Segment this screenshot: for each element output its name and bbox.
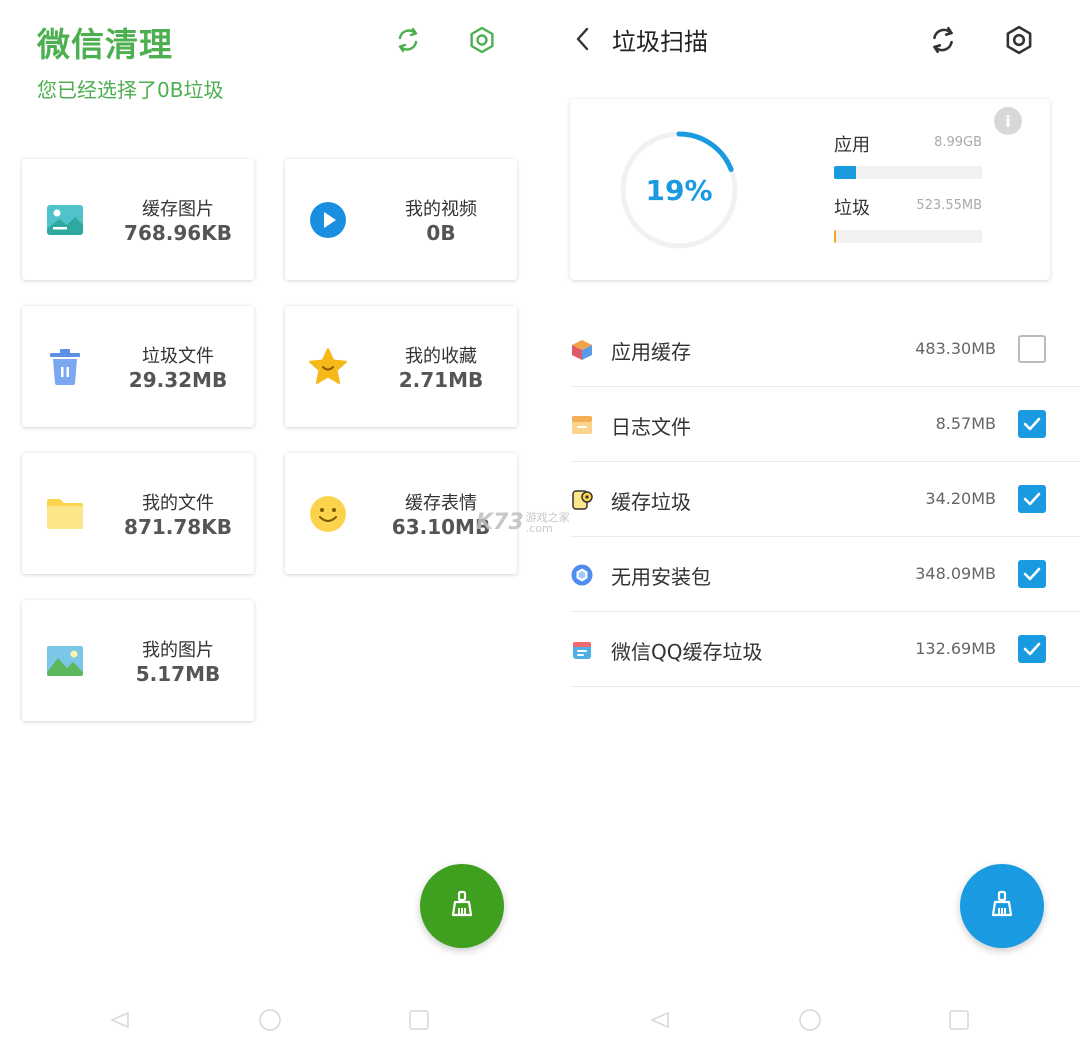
check-icon [1023, 492, 1041, 506]
settings-icon[interactable] [1002, 23, 1036, 57]
item-checkbox[interactable] [1018, 410, 1046, 438]
play-icon [307, 199, 349, 241]
card-size: 768.96KB [124, 221, 232, 245]
item-size: 483.30MB [915, 339, 996, 358]
item-name: 日志文件 [611, 415, 691, 439]
recents-nav-icon[interactable] [946, 1007, 972, 1033]
picture-icon [44, 640, 86, 682]
item-size: 34.20MB [925, 489, 996, 508]
card-label: 我的图片 [142, 640, 214, 661]
storage-summary-card: 19% 应用 8.99GB 垃圾 523.55MB i [570, 99, 1050, 280]
watermark: K73 游戏之家 .com [476, 510, 570, 535]
list-item-log-files[interactable]: 日志文件 8.57MB [570, 387, 1080, 462]
star-icon [307, 346, 349, 388]
refresh-icon[interactable] [926, 23, 960, 57]
card-my-files[interactable]: 我的文件 871.78KB [22, 453, 254, 574]
list-item-useless-packages[interactable]: 无用安装包 348.09MB [570, 537, 1080, 612]
info-icon[interactable]: i [994, 107, 1022, 135]
card-label: 缓存图片 [142, 199, 214, 220]
card-my-videos[interactable]: 我的视频 0B [285, 159, 517, 280]
clean-button[interactable] [960, 864, 1044, 948]
card-size: 29.32MB [128, 368, 228, 392]
broom-icon [447, 889, 477, 923]
selection-summary: 您已经选择了0B垃圾 [37, 78, 224, 102]
card-label: 垃圾文件 [142, 346, 214, 367]
app-storage-bar-fill [834, 166, 857, 179]
item-checkbox[interactable] [1018, 335, 1046, 363]
chat-cache-icon [570, 638, 594, 662]
folder-icon [44, 493, 86, 535]
item-checkbox[interactable] [1018, 485, 1046, 513]
check-icon [1023, 642, 1041, 656]
system-nav-bar [540, 1007, 1080, 1037]
card-size: 0B [426, 221, 456, 245]
package-icon [570, 563, 594, 587]
refresh-icon[interactable] [391, 23, 425, 57]
junk-storage-bar [834, 230, 982, 243]
trash-icon [44, 346, 86, 388]
card-junk-files[interactable]: 垃圾文件 29.32MB [22, 306, 254, 427]
scan-percent: 19% [645, 173, 713, 207]
card-size: 871.78KB [124, 515, 232, 539]
item-name: 无用安装包 [611, 565, 711, 589]
settings-icon[interactable] [465, 23, 499, 57]
item-checkbox[interactable] [1018, 560, 1046, 588]
log-box-icon [570, 413, 594, 437]
junk-storage-value: 523.55MB [916, 198, 982, 213]
list-item-cache-junk[interactable]: 缓存垃圾 34.20MB [570, 462, 1080, 537]
home-nav-icon[interactable] [257, 1007, 283, 1033]
back-arrow-icon[interactable] [566, 22, 600, 56]
card-cached-images[interactable]: 缓存图片 768.96KB [22, 159, 254, 280]
wechat-clean-screen: 微信清理 您已经选择了0B垃圾 缓存图片 768.96KB 我的视频 0B 垃圾… [0, 0, 540, 1053]
watermark-sub2: .com [525, 522, 553, 535]
item-size: 348.09MB [915, 564, 996, 583]
card-my-favorites[interactable]: 我的收藏 2.71MB [285, 306, 517, 427]
scan-progress-ring: 19% [618, 129, 740, 251]
list-item-wechat-qq-cache[interactable]: 微信QQ缓存垃圾 132.69MB [570, 612, 1080, 687]
card-my-pictures[interactable]: 我的图片 5.17MB [22, 600, 254, 721]
page-title: 微信清理 [37, 25, 173, 64]
card-label: 我的视频 [405, 199, 477, 220]
list-item-app-cache[interactable]: 应用缓存 483.30MB [570, 312, 1080, 387]
page-title: 垃圾扫描 [612, 28, 708, 56]
watermark-brand: K73 [476, 510, 524, 535]
item-name: 缓存垃圾 [611, 490, 691, 514]
recents-nav-icon[interactable] [406, 1007, 432, 1033]
app-storage-value: 8.99GB [934, 135, 982, 150]
system-nav-bar [0, 1007, 540, 1037]
card-label: 我的文件 [142, 493, 214, 514]
image-icon [44, 199, 86, 241]
home-nav-icon[interactable] [797, 1007, 823, 1033]
card-label: 我的收藏 [405, 346, 477, 367]
check-icon [1023, 417, 1041, 431]
item-name: 微信QQ缓存垃圾 [611, 640, 763, 664]
broom-icon [987, 889, 1017, 923]
item-name: 应用缓存 [611, 340, 691, 364]
app-storage-bar [834, 166, 982, 179]
item-size: 132.69MB [915, 639, 996, 658]
paper-roll-icon [570, 488, 594, 512]
junk-storage-bar-fill [834, 230, 836, 243]
smiley-icon [307, 493, 349, 535]
junk-scan-screen: 垃圾扫描 19% 应用 8.99GB 垃圾 523.55MB i 应用缓存 48… [540, 0, 1080, 1053]
cube-icon [570, 338, 594, 362]
item-checkbox[interactable] [1018, 635, 1046, 663]
check-icon [1023, 567, 1041, 581]
card-size: 5.17MB [135, 662, 221, 686]
card-size: 2.71MB [398, 368, 484, 392]
clean-button[interactable] [420, 864, 504, 948]
back-nav-icon[interactable] [646, 1007, 672, 1033]
back-nav-icon[interactable] [106, 1007, 132, 1033]
item-size: 8.57MB [935, 414, 996, 433]
